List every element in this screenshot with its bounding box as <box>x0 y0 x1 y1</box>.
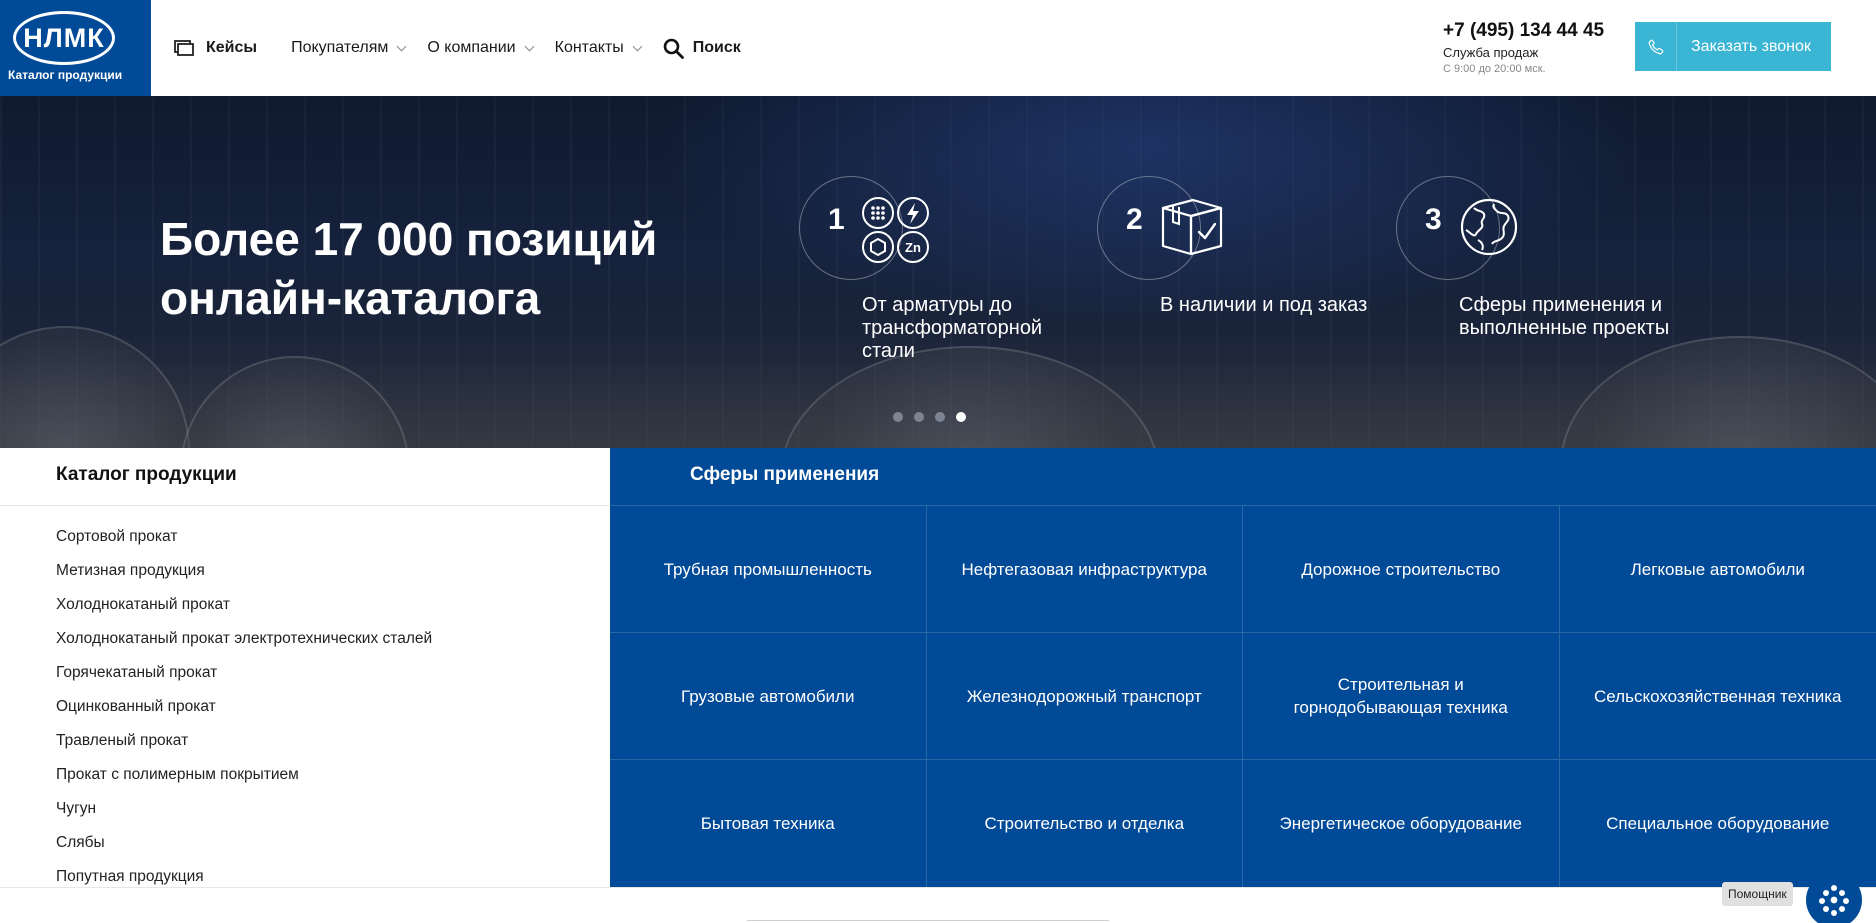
feature-number: 3 <box>1425 203 1442 236</box>
slider-dots <box>893 412 977 422</box>
spheres-grid: Трубная промышленность Нефтегазовая инфр… <box>610 505 1876 887</box>
box-check-icon <box>1161 198 1223 256</box>
phone-icon <box>1648 39 1663 54</box>
chevron-down-icon <box>524 41 535 51</box>
product-catalog: Каталог продукции Сортовой прокат Метизн… <box>0 448 610 888</box>
sales-contact: +7 (495) 134 44 45 Служба продаж С 9:00 … <box>1443 20 1604 75</box>
main-nav: Кейсы Покупателям О компании Контакты По… <box>174 0 763 96</box>
catalog-item[interactable]: Сортовой прокат <box>56 520 432 554</box>
hero-title-line2: онлайн-каталога <box>160 272 541 324</box>
sphere-tile[interactable]: Бытовая техника <box>610 760 927 887</box>
divider <box>0 505 610 506</box>
sphere-tile[interactable]: Строительство и отделка <box>927 760 1243 887</box>
catalog-item[interactable]: Прокат с полимерным покрытием <box>56 758 432 792</box>
nav-item-buyers[interactable]: Покупателям <box>291 39 407 57</box>
sphere-tile[interactable]: Дорожное строительство <box>1243 506 1560 633</box>
catalog-item[interactable]: Слябы <box>56 826 432 860</box>
chevron-down-icon <box>396 41 407 51</box>
search-icon <box>663 38 684 59</box>
catalog-item[interactable]: Холоднокатаный прокат электротехнических… <box>56 622 432 656</box>
feature-text: Сферы применения и выполненные проекты <box>1459 294 1670 339</box>
slider-dot[interactable] <box>914 412 924 422</box>
steel-types-icon: Zn <box>862 197 929 263</box>
sphere-tile[interactable]: Нефтегазовая инфраструктура <box>926 506 1243 633</box>
nav-label-buyers: Покупателям <box>291 39 389 56</box>
nav-label-search: Поиск <box>692 39 741 56</box>
nav-item-contacts[interactable]: Контакты <box>554 39 643 57</box>
sphere-tile[interactable]: Сельскохозяйственная техника <box>1559 633 1876 760</box>
order-call-button[interactable]: Заказать звонок <box>1635 22 1831 71</box>
order-call-label: Заказать звонок <box>1691 37 1811 55</box>
chevron-down-icon <box>632 41 643 51</box>
globe-icon <box>1460 198 1518 256</box>
assistant-tooltip: Помощник <box>1722 882 1793 906</box>
divider <box>0 887 1876 888</box>
nav-label-contacts: Контакты <box>554 39 624 56</box>
feature-number: 2 <box>1126 203 1143 236</box>
slider-dot[interactable] <box>935 412 945 422</box>
sales-phone[interactable]: +7 (495) 134 44 45 <box>1443 20 1604 42</box>
nlmk-logo: НЛМК <box>13 11 115 65</box>
catalog-list: Сортовой прокат Метизная продукция Холод… <box>56 520 432 894</box>
nav-label-cases: Кейсы <box>206 39 258 56</box>
catalog-item[interactable]: Травленый прокат <box>56 724 432 758</box>
page: НЛМК Каталог продукции Кейсы Покупателям… <box>0 0 1876 923</box>
nav-item-search[interactable]: Поиск <box>663 38 741 59</box>
catalog-item[interactable]: Горячекатаный прокат <box>56 656 432 690</box>
logo-text: НЛМК <box>23 22 105 53</box>
sales-label: Служба продаж <box>1443 45 1539 60</box>
sphere-tile[interactable]: Легковые автомобили <box>1559 506 1876 633</box>
spheres-title: Сферы применения <box>690 464 880 485</box>
slider-dot-active[interactable] <box>956 412 966 422</box>
sphere-tile[interactable]: Грузовые автомобили <box>610 633 927 760</box>
logo-link[interactable]: НЛМК Каталог продукции <box>0 0 151 96</box>
catalog-item[interactable]: Попутная продукция <box>56 860 432 894</box>
sphere-tile[interactable]: Строительная и горнодобывающая техника <box>1243 633 1560 760</box>
nav-item-cases[interactable]: Кейсы <box>174 39 257 57</box>
logo-caption: Каталог продукции <box>8 68 123 82</box>
catalog-title: Каталог продукции <box>56 464 237 485</box>
hero-title: Более 17 000 позиций онлайн-каталога <box>160 210 657 328</box>
catalog-item[interactable]: Чугун <box>56 792 432 826</box>
feature-text: От арматуры до трансформаторной стали <box>862 294 1043 362</box>
feature-number: 1 <box>828 203 845 236</box>
sphere-tile[interactable]: Энергетическое оборудование <box>1243 760 1560 887</box>
slider-dot[interactable] <box>893 412 903 422</box>
hero-title-line1: Более 17 000 позиций <box>160 213 658 265</box>
application-spheres: Сферы применения Трубная промышленность … <box>610 448 1876 887</box>
sphere-tile[interactable]: Трубная промышленность <box>610 506 927 633</box>
catalog-item[interactable]: Оцинкованный прокат <box>56 690 432 724</box>
nav-label-about: О компании <box>427 39 516 56</box>
divider <box>747 920 1109 921</box>
svg-text:Zn: Zn <box>905 240 921 255</box>
site-header: НЛМК Каталог продукции Кейсы Покупателям… <box>0 0 1876 96</box>
sphere-tile[interactable]: Железнодорожный транспорт <box>926 633 1243 760</box>
assistant-button[interactable] <box>1806 872 1862 923</box>
feature-text: В наличии и под заказ <box>1160 294 1368 316</box>
sphere-tile[interactable]: Специальное оборудование <box>1560 760 1876 887</box>
hero-banner: Более 17 000 позиций онлайн-каталога 1 Z… <box>0 96 1876 448</box>
nav-item-about[interactable]: О компании <box>427 39 535 57</box>
callback-icon-box <box>1635 22 1677 71</box>
catalog-item[interactable]: Метизная продукция <box>56 554 432 588</box>
catalog-item[interactable]: Холоднокатаный прокат <box>56 588 432 622</box>
monitor-icon <box>174 40 194 56</box>
assistant-dots-icon <box>1819 885 1849 916</box>
sales-hours: С 9:00 до 20:00 мск. <box>1443 63 1546 75</box>
